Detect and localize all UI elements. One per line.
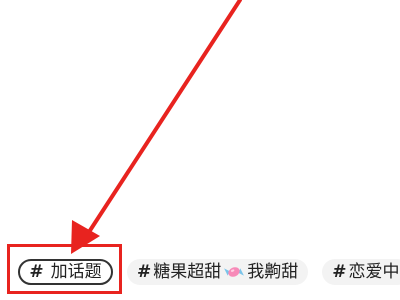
- candy-icon: [224, 267, 245, 277]
- add-topic-button[interactable]: # 加话题: [18, 259, 113, 285]
- add-topic-label: 加话题: [50, 262, 102, 282]
- topic-chip-hash: #: [137, 262, 152, 282]
- add-topic-hash: #: [29, 262, 44, 282]
- screenshot-stage: # 加话题 # 糖果超甜 我齁甜 # 恋爱中: [0, 0, 400, 300]
- topic-chip-hash: #: [332, 262, 347, 282]
- topic-chip-candy-sweet[interactable]: # 糖果超甜 我齁甜: [127, 259, 309, 285]
- topic-chip-label: 恋爱中: [348, 262, 400, 282]
- topic-suggestion-row: # 加话题 # 糖果超甜 我齁甜 # 恋爱中: [18, 257, 400, 287]
- topic-chip-label-before-icon: 糖果超甜: [153, 262, 222, 282]
- topic-chip-label-after-icon: 我齁甜: [247, 262, 299, 282]
- topic-chip-in-love[interactable]: # 恋爱中: [322, 259, 400, 285]
- annotation-arrow: [71, 0, 242, 254]
